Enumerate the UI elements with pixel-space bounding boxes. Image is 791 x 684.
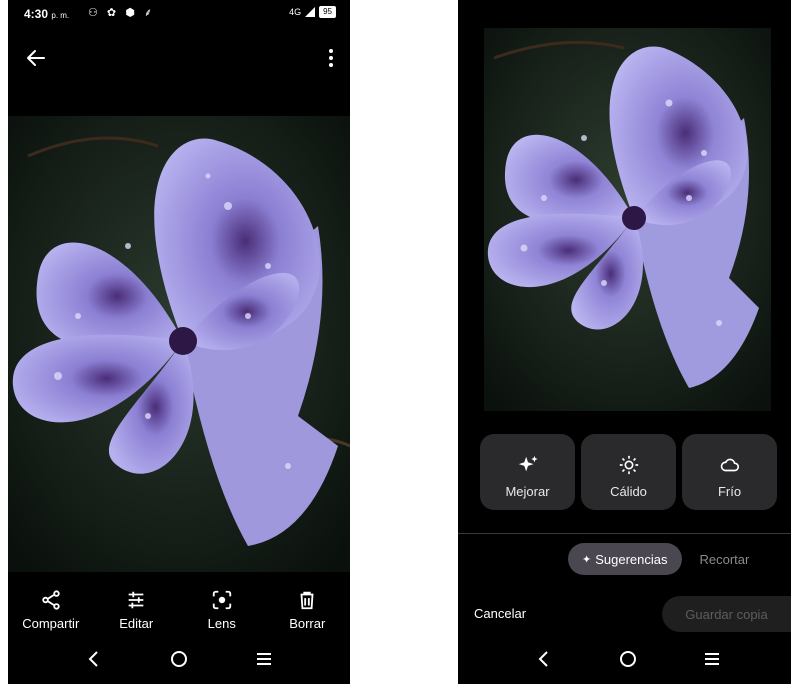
lens-label: Lens [207, 616, 236, 631]
notification-icons: ⚇ ✿ ⬢ ⸙ [88, 7, 156, 19]
delete-label: Borrar [289, 616, 326, 631]
edit-button[interactable]: Editar [94, 585, 180, 635]
filter-suggestions: Mejorar Cálido Frío [480, 434, 777, 510]
delete-button[interactable]: Borrar [265, 585, 351, 635]
filter-enhance-label: Mejorar [505, 484, 550, 499]
signal-icon [305, 7, 316, 17]
tab-suggestions[interactable]: ✦ Sugerencias [568, 543, 682, 575]
status-right: 4G 95 [289, 6, 336, 18]
filter-cool-label: Frío [717, 484, 742, 499]
share-label: Compartir [22, 616, 80, 631]
editor-tabs: ✦ Sugerencias Recortar [568, 543, 749, 575]
share-icon [42, 590, 60, 610]
nav-recents-icon[interactable] [251, 646, 277, 672]
save-copy-label: Guardar copia [685, 606, 768, 622]
nav-home-icon[interactable] [166, 646, 192, 672]
sun-icon [619, 455, 638, 475]
nav-back-icon[interactable] [81, 646, 107, 672]
nav-recents-icon[interactable] [699, 646, 725, 672]
tab-crop[interactable]: Recortar [700, 552, 750, 567]
sparkle-small-icon: ✦ [582, 553, 592, 566]
sparkle-icon [518, 455, 538, 472]
lens-icon [212, 590, 231, 610]
nav-home-icon[interactable] [615, 646, 641, 672]
filter-warm[interactable]: Cálido [581, 434, 676, 510]
filter-enhance[interactable]: Mejorar [480, 434, 575, 510]
lens-button[interactable]: Lens [179, 585, 265, 635]
nav-back-icon[interactable] [531, 646, 557, 672]
cancel-button[interactable]: Cancelar [474, 606, 526, 621]
trash-icon [300, 591, 314, 610]
filter-cool[interactable]: Frío [682, 434, 777, 510]
share-button[interactable]: Compartir [8, 585, 94, 635]
more-options-icon[interactable] [326, 46, 336, 70]
system-nav-bar [8, 634, 350, 684]
filter-warm-label: Cálido [610, 484, 647, 499]
flower-photo [8, 116, 350, 572]
divider [458, 533, 791, 534]
battery-icon: 95 [319, 6, 336, 18]
system-nav-bar-right [458, 634, 791, 684]
photo-viewer-screen: 4:30 p. m. ⚇ ✿ ⬢ ⸙ 4G 95 Compartir Edita… [8, 0, 350, 684]
photo-action-bar: Compartir Editar Lens Borrar [8, 585, 350, 635]
edited-flower-photo [484, 28, 771, 411]
network-label: 4G [289, 7, 302, 17]
status-time: 4:30 p. m. [24, 7, 70, 21]
edit-label: Editar [119, 616, 154, 631]
status-bar: 4:30 p. m. ⚇ ✿ ⬢ ⸙ 4G 95 [8, 0, 350, 26]
tab-suggestions-label: Sugerencias [595, 551, 668, 567]
save-copy-button[interactable]: Guardar copia [662, 596, 791, 632]
cloud-icon [720, 458, 739, 472]
sliders-icon [128, 591, 144, 609]
back-arrow-icon[interactable] [24, 46, 48, 70]
photo-editor-screen: Mejorar Cálido Frío ✦ Sugerencias Recort… [458, 0, 791, 684]
